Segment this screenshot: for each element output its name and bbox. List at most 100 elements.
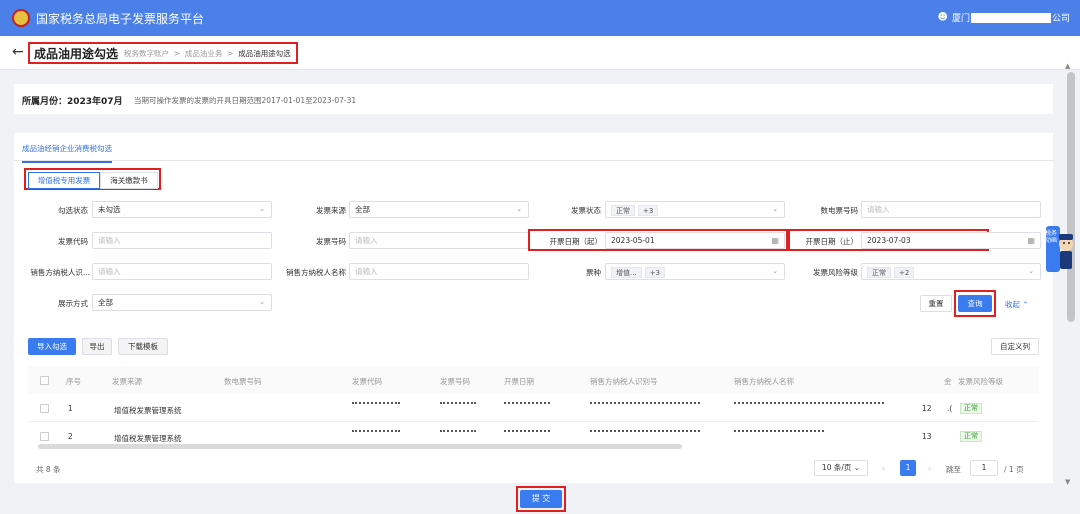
select-all-checkbox[interactable] (40, 376, 49, 385)
invoice-no-placeholder: 请输入 (355, 236, 378, 245)
row-source: 增值税发票管理系统 (114, 434, 182, 443)
user-name-suffix: 公司 (1051, 14, 1070, 24)
masked-seller-name (734, 430, 824, 433)
invoice-source-value: 全部 (355, 205, 370, 214)
chevron-down-icon: ⌄ (853, 463, 861, 472)
table-header: 序号 发票来源 数电票号码 发票代码 发票号码 开票日期 销售方纳税人识别号 销… (28, 366, 1039, 394)
breadcrumb-separator: > (227, 49, 234, 58)
invoice-status-select[interactable]: 正常 +3 ⌄ (605, 201, 785, 218)
page-scrollbar[interactable] (1067, 72, 1075, 322)
goto-page-input[interactable]: 1 (970, 460, 998, 476)
table-row[interactable]: 2 增值税发票管理系统 13 正常 (28, 422, 1039, 444)
breadcrumb-item[interactable]: 税务数字账户 (124, 49, 169, 58)
date-start-value: 2023-05-01 (611, 236, 655, 245)
breadcrumb-current: 成品油用途勾选 (238, 49, 291, 58)
more-tag: +3 (638, 204, 659, 216)
masked-invoice-code (352, 430, 400, 433)
row-amount-suffix: .( (947, 404, 953, 413)
column-header-digital-no: 数电票号码 (224, 377, 262, 386)
check-status-value: 未勾选 (98, 205, 121, 214)
scroll-up-icon[interactable]: ▲ (1065, 62, 1070, 70)
column-header-amount: 金 (944, 377, 952, 386)
arrow-left-icon[interactable]: ← (12, 44, 24, 60)
column-header-index: 序号 (66, 377, 81, 386)
date-end-label: 开票日期（止） (805, 237, 859, 246)
table-row[interactable]: 1 增值税发票管理系统 12 .( 正常 (28, 394, 1039, 422)
month-label: 所属月份：2023年07月 (22, 97, 123, 107)
custom-columns-button[interactable]: 自定义列 (991, 338, 1039, 355)
date-start-label: 开票日期（起） (549, 237, 603, 246)
invoice-code-input[interactable]: 请输入 (92, 232, 272, 249)
chevron-down-icon: ⌄ (772, 205, 778, 213)
next-page-icon[interactable]: › (928, 464, 931, 473)
masked-date (504, 402, 550, 405)
page-size-select[interactable]: 10 条/页 ⌄ (814, 460, 868, 476)
chevron-down-icon: ⌄ (259, 298, 265, 306)
collapse-label: 收起 (1005, 300, 1020, 309)
masked-date (504, 430, 550, 433)
invoice-code-label: 发票代码 (58, 237, 88, 246)
invoice-source-label: 发票来源 (316, 206, 346, 215)
masked-invoice-code (352, 402, 400, 405)
invoice-source-select[interactable]: 全部 ⌄ (349, 201, 529, 218)
tab-divider (14, 160, 1053, 161)
invoice-no-input[interactable]: 请输入 (349, 232, 529, 249)
digital-no-label: 数电票号码 (820, 206, 859, 215)
submit-button[interactable]: 提 交 (520, 490, 562, 508)
masked-seller-name (734, 402, 884, 405)
row-checkbox[interactable] (40, 432, 49, 441)
seller-tax-id-placeholder: 请输入 (98, 267, 121, 276)
user-icon: ☻ (937, 12, 948, 23)
display-mode-select[interactable]: 全部 ⌄ (92, 294, 272, 311)
masked-invoice-no (440, 430, 476, 433)
breadcrumb-item[interactable]: 成品油业务 (185, 49, 223, 58)
top-bar: 国家税务总局电子发票服务平台 ☻ 厦门 公司 (0, 0, 1080, 36)
total-pages: / 1 页 (1004, 465, 1024, 474)
mascot-assistant-icon[interactable] (1044, 220, 1074, 280)
export-button[interactable]: 导出 (82, 338, 112, 355)
reset-button[interactable]: 重置 (920, 295, 952, 312)
check-status-select[interactable]: 未勾选 ⌄ (92, 201, 272, 218)
page-header: ← 成品油用途勾选 税务数字账户 > 成品油业务 > 成品油用途勾选 (0, 36, 1080, 70)
row-index: 2 (68, 432, 73, 441)
row-checkbox[interactable] (40, 404, 49, 413)
chevron-down-icon: ⌄ (1028, 267, 1034, 275)
chevron-down-icon: ⌄ (516, 205, 522, 213)
seller-name-input[interactable]: 请输入 (349, 263, 529, 280)
import-check-button[interactable]: 导入勾选 (28, 338, 76, 355)
total-count: 共 8 条 (36, 465, 61, 474)
page-title: 成品油用途勾选 (34, 47, 119, 61)
download-template-button[interactable]: 下载模板 (118, 338, 168, 355)
mascot-text: 税务动画 (1045, 230, 1058, 244)
prev-page-icon[interactable]: ‹ (882, 464, 885, 473)
column-header-date: 开票日期 (504, 377, 534, 386)
calendar-icon: ▦ (1027, 236, 1035, 245)
breadcrumb: 税务数字账户 > 成品油业务 > 成品油用途勾选 (124, 48, 291, 59)
month-note: 当期可操作发票的发票的开具日期范围2017-01-01至2023-07-31 (134, 96, 357, 105)
date-end-input[interactable]: 2023-07-03 ▦ (861, 232, 1041, 249)
risk-tag: 正常 (867, 266, 891, 278)
invoice-code-placeholder: 请输入 (98, 236, 121, 245)
query-button[interactable]: 查询 (958, 295, 992, 312)
risk-level-select[interactable]: 正常 +2 ⌄ (861, 263, 1041, 280)
app-title: 国家税务总局电子发票服务平台 (36, 11, 205, 26)
digital-no-input[interactable]: 请输入 (861, 201, 1041, 218)
seller-tax-id-input[interactable]: 请输入 (92, 263, 272, 280)
date-start-input[interactable]: 2023-05-01 ▦ (605, 232, 785, 249)
row-index: 1 (68, 404, 73, 413)
subtab-customs[interactable]: 海关缴款书 (100, 172, 158, 189)
user-menu[interactable]: ☻ 厦门 公司 (938, 11, 1070, 24)
page-number-current[interactable]: 1 (900, 460, 916, 476)
collapse-toggle[interactable]: 收起 ⌃ (1005, 299, 1029, 310)
row-amount: 12 (922, 404, 932, 413)
masked-seller-tax-id (590, 402, 700, 405)
scroll-down-icon[interactable]: ▼ (1065, 478, 1070, 486)
table-horizontal-scrollbar[interactable] (38, 444, 682, 449)
page-size-value: 10 条/页 (821, 463, 852, 472)
seller-tax-id-label: 销售方纳税人识... (30, 268, 90, 277)
subtab-vat-special[interactable]: 增值税专用发票 (28, 172, 100, 189)
ticket-type-select[interactable]: 增值... +3 ⌄ (605, 263, 785, 280)
column-header-seller-name: 销售方纳税人名称 (734, 377, 794, 386)
calendar-icon: ▦ (771, 236, 779, 245)
display-mode-label: 展示方式 (58, 299, 88, 308)
